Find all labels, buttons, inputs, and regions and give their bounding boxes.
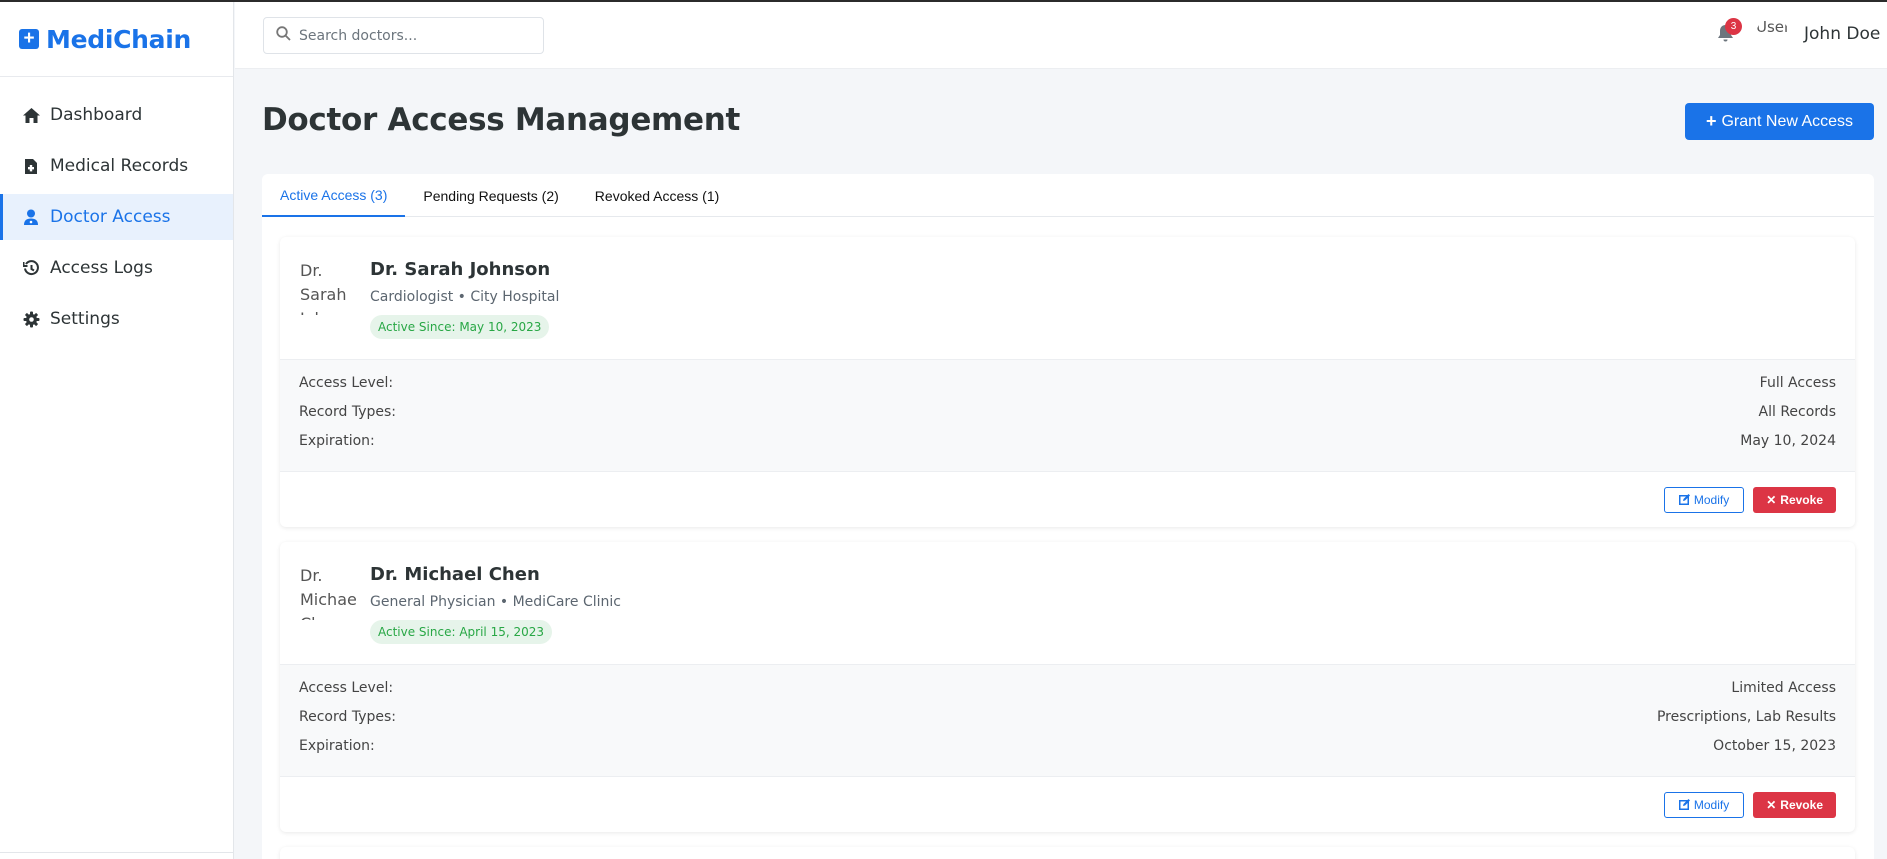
detail-value: Full Access (1759, 375, 1836, 391)
card-actions: Modify ✕ Revoke (280, 472, 1855, 527)
history-icon (21, 258, 41, 278)
detail-row: Expiration: October 15, 2023 (299, 738, 1836, 767)
doctor-card (280, 847, 1855, 859)
detail-value: October 15, 2023 (1713, 738, 1836, 754)
doctor-avatar: Dr. Michael Chen (300, 566, 356, 620)
modify-label: Modify (1693, 492, 1730, 507)
detail-row: Record Types: All Records (299, 404, 1836, 433)
edit-icon (1678, 494, 1690, 505)
doctor-card: Dr. Michael Chen Dr. Michael Chen Genera… (280, 542, 1855, 832)
revoke-button[interactable]: ✕ Revoke (1753, 486, 1836, 513)
detail-row: Access Level: Limited Access (299, 680, 1836, 709)
sidebar-item-settings[interactable]: Settings (0, 296, 233, 342)
sidebar: + MediChain Dashboard Medical Records Do… (0, 2, 234, 859)
doctor-specialty: General Physician • MediCare Clinic (370, 594, 621, 610)
detail-value: Prescriptions, Lab Results (1656, 709, 1836, 725)
detail-label: Access Level: (299, 375, 394, 391)
modify-label: Modify (1693, 797, 1730, 812)
close-icon: ✕ (1766, 797, 1777, 812)
grant-button-label: Grant New Access (1721, 112, 1854, 130)
sidebar-item-label: Settings (50, 309, 120, 329)
sidebar-item-label: Access Logs (50, 258, 153, 278)
search-box (263, 17, 544, 54)
detail-row: Access Level: Full Access (299, 375, 1836, 404)
medical-plus-icon: + (19, 29, 39, 49)
detail-label: Access Level: (299, 680, 394, 696)
detail-value: May 10, 2024 (1740, 433, 1836, 449)
sidebar-item-doctor-access[interactable]: Doctor Access (0, 194, 233, 240)
sidebar-nav: Dashboard Medical Records Doctor Access … (0, 92, 233, 342)
sidebar-item-medical-records[interactable]: Medical Records (0, 143, 233, 189)
access-tabs: Active Access (3) Pending Requests (2) R… (262, 174, 1874, 217)
detail-value: Limited Access (1731, 680, 1836, 696)
avatar[interactable]: User (1756, 18, 1789, 51)
user-name[interactable]: John Doe (1804, 24, 1880, 44)
detail-row: Expiration: May 10, 2024 (299, 433, 1836, 462)
tab-pending-requests[interactable]: Pending Requests (2) (405, 174, 576, 217)
revoke-label: Revoke (1780, 797, 1823, 812)
logo[interactable]: + MediChain (0, 2, 233, 77)
tab-active-access[interactable]: Active Access (3) (262, 174, 406, 217)
detail-value: All Records (1758, 404, 1836, 420)
close-icon: ✕ (1766, 492, 1777, 507)
sidebar-item-dashboard[interactable]: Dashboard (0, 92, 233, 138)
modify-button[interactable]: Modify (1663, 791, 1745, 818)
access-details: Access Level: Limited Access Record Type… (280, 664, 1855, 777)
detail-label: Expiration: (299, 433, 375, 449)
tab-revoked-access[interactable]: Revoked Access (1) (577, 174, 738, 217)
modify-button[interactable]: Modify (1663, 486, 1745, 513)
revoke-label: Revoke (1780, 492, 1823, 507)
grant-new-access-button[interactable]: + Grant New Access (1685, 103, 1874, 140)
detail-label: Record Types: (299, 709, 396, 725)
page-title: Doctor Access Management (262, 102, 741, 138)
user-doctor-icon (21, 207, 41, 227)
top-header: 3 User John Doe (235, 2, 1887, 69)
access-details: Access Level: Full Access Record Types: … (280, 359, 1855, 472)
sidebar-item-label: Doctor Access (50, 207, 171, 227)
doctor-card-header: Dr. Sarah Johnson Dr. Sarah Johnson Card… (280, 237, 1855, 359)
sidebar-item-label: Dashboard (50, 105, 143, 125)
doctor-avatar: Dr. Sarah Johnson (300, 261, 356, 315)
search-icon (276, 25, 291, 46)
plus-icon: + (1705, 111, 1717, 131)
app-name: MediChain (46, 24, 191, 54)
doctor-card-header: Dr. Michael Chen Dr. Michael Chen Genera… (280, 542, 1855, 664)
active-since-badge: Active Since: May 10, 2023 (370, 315, 550, 339)
card-actions: Modify ✕ Revoke (280, 777, 1855, 832)
revoke-button[interactable]: ✕ Revoke (1753, 791, 1836, 818)
doctor-card: Dr. Sarah Johnson Dr. Sarah Johnson Card… (280, 237, 1855, 527)
gear-icon (21, 309, 41, 329)
file-medical-icon (21, 156, 41, 176)
sidebar-item-access-logs[interactable]: Access Logs (0, 245, 233, 291)
sidebar-item-label: Medical Records (50, 156, 189, 176)
edit-icon (1678, 799, 1690, 810)
sidebar-divider (0, 852, 233, 853)
detail-label: Expiration: (299, 738, 375, 754)
active-since-badge: Active Since: April 15, 2023 (370, 620, 553, 644)
access-panel: Active Access (3) Pending Requests (2) R… (262, 174, 1874, 859)
detail-row: Record Types: Prescriptions, Lab Results (299, 709, 1836, 738)
doctor-name: Dr. Michael Chen (370, 564, 540, 585)
doctor-name: Dr. Sarah Johnson (370, 259, 551, 280)
notification-badge: 3 (1725, 18, 1742, 35)
doctor-specialty: Cardiologist • City Hospital (370, 289, 560, 305)
search-input[interactable] (299, 27, 529, 44)
home-icon (21, 105, 41, 125)
detail-label: Record Types: (299, 404, 396, 420)
